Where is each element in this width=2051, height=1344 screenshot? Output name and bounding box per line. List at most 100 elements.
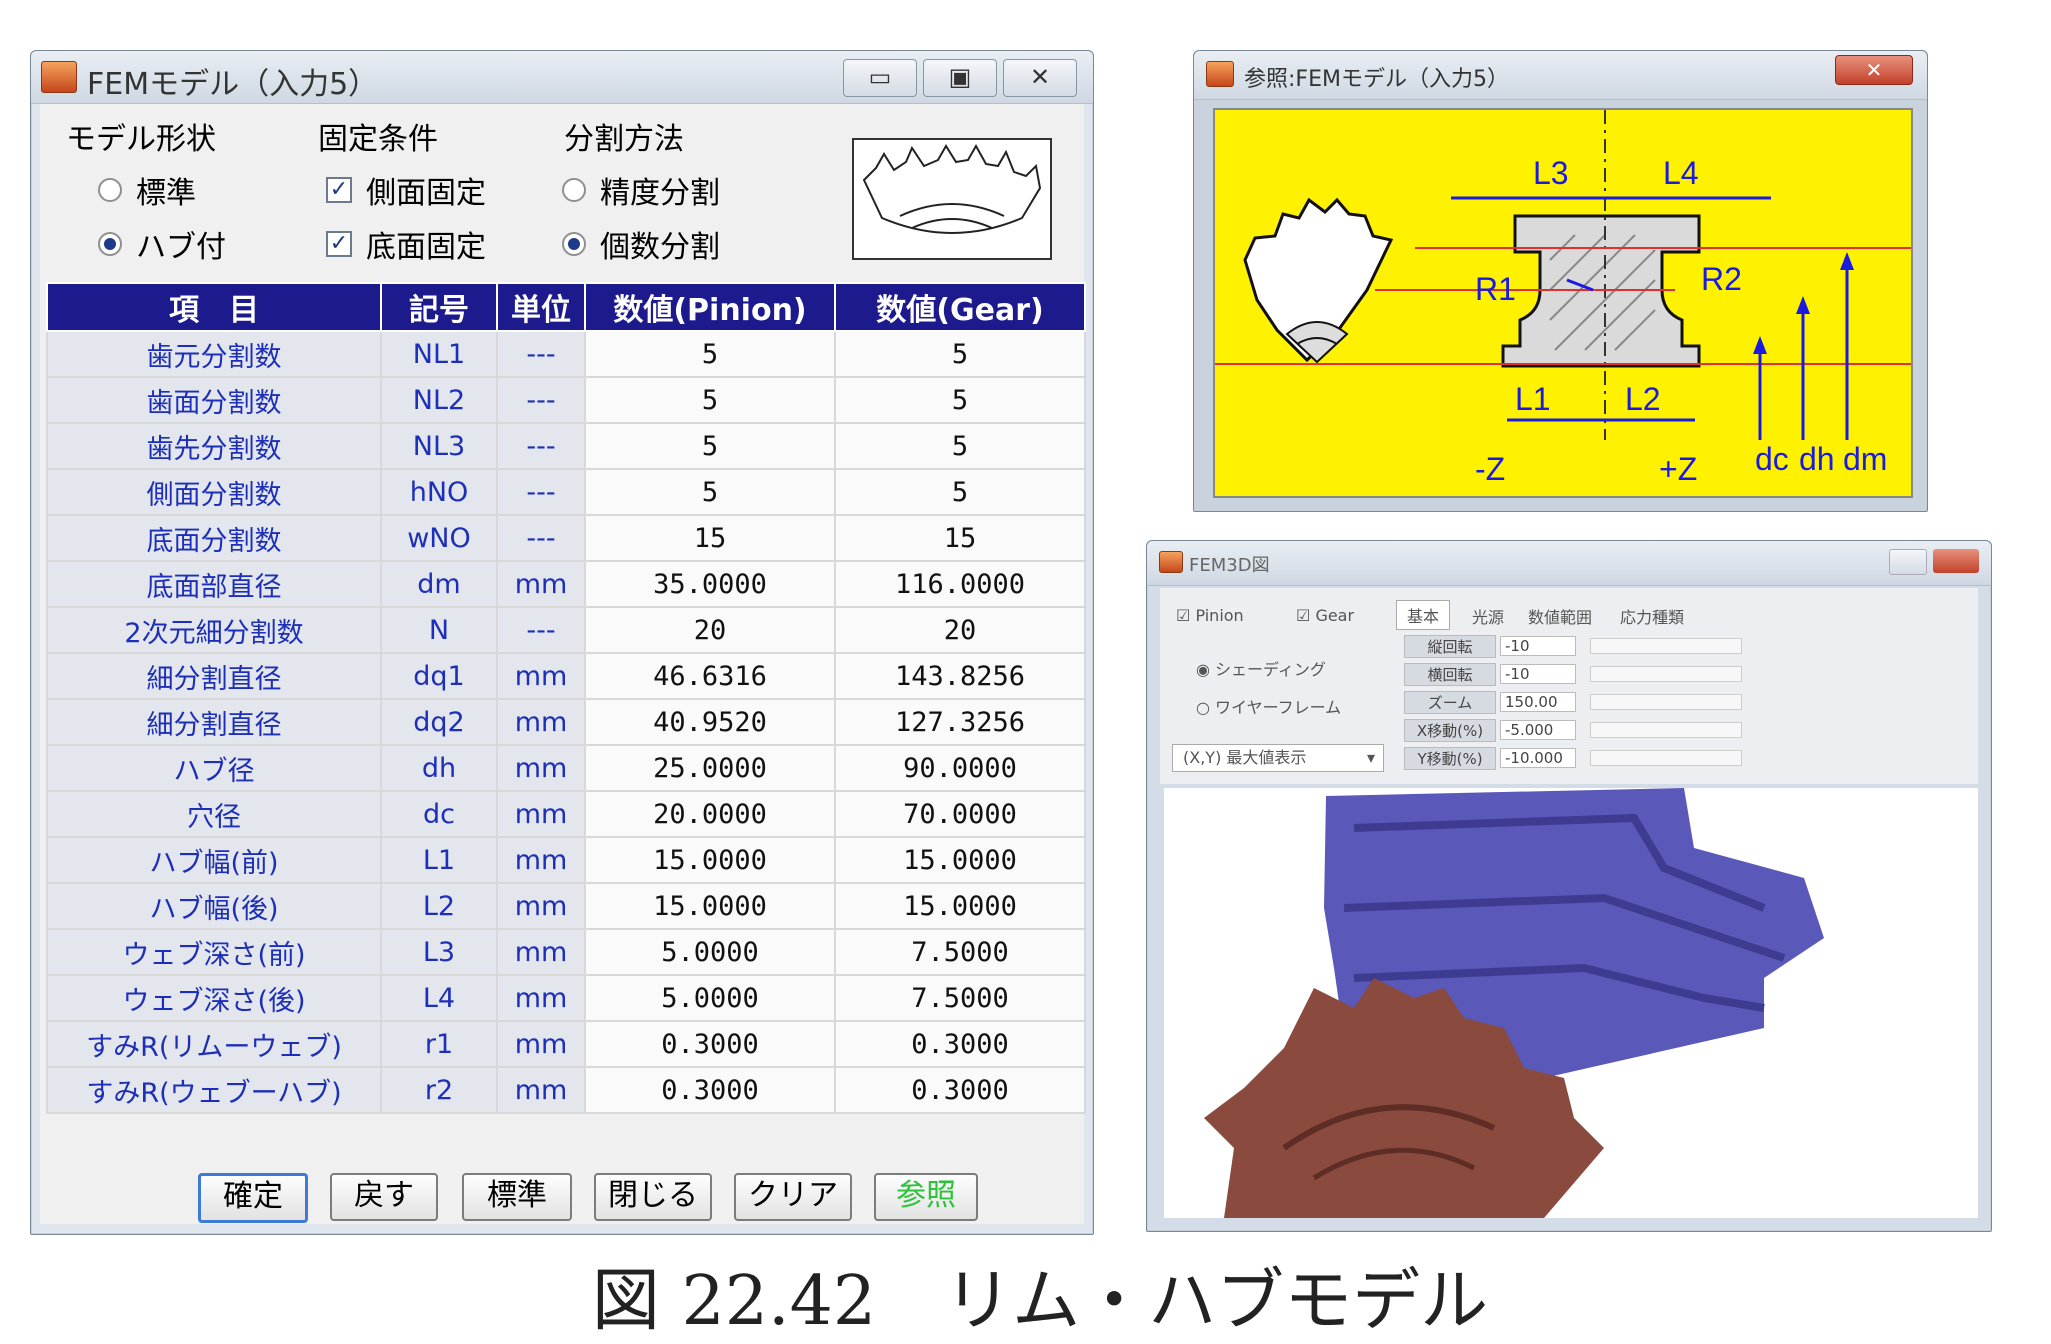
pinion-value-cell[interactable]: 5 xyxy=(584,330,836,378)
fem3d-maximize-button[interactable] xyxy=(1889,549,1927,575)
gear-value-cell[interactable]: 116.0000 xyxy=(834,560,1086,608)
pinion-value-cell[interactable]: 0.3000 xyxy=(584,1066,836,1114)
fem3d-title-bar[interactable]: FEM3D図 xyxy=(1147,541,1991,586)
pinion-value-cell[interactable]: 5 xyxy=(584,468,836,516)
minimize-button[interactable]: ▭ xyxy=(843,59,917,97)
table-row: 細分割直径 dq1 mm 46.6316 143.8256 xyxy=(46,652,1086,700)
radio-icon xyxy=(98,178,122,202)
radio-label: 精度分割 xyxy=(600,176,720,211)
pinion-value-cell[interactable]: 20.0000 xyxy=(584,790,836,838)
gear-value-cell[interactable]: 5 xyxy=(834,422,1086,470)
checkbox-icon: ✓ xyxy=(326,177,352,203)
pinion-value-cell[interactable]: 20 xyxy=(584,606,836,654)
pinion-value-cell[interactable]: 25.0000 xyxy=(584,744,836,792)
row-symbol-cell: NL2 xyxy=(380,376,498,424)
side-fixed-checkbox[interactable]: ✓ 側面固定 xyxy=(326,168,486,212)
tab-range[interactable]: 数値範囲 xyxy=(1520,602,1600,630)
pinion-value-cell[interactable]: 0.3000 xyxy=(584,1020,836,1068)
checkbox-label: 側面固定 xyxy=(366,176,486,211)
standard-button[interactable]: 標準 xyxy=(462,1173,572,1221)
table-row: ウェブ深さ(前) L3 mm 5.0000 7.5000 xyxy=(46,928,1086,976)
gear-value-cell[interactable]: 20 xyxy=(834,606,1086,654)
row-name-cell: ウェブ深さ(後) xyxy=(46,974,382,1022)
table-row: ハブ径 dh mm 25.0000 90.0000 xyxy=(46,744,1086,792)
pinion-value-cell[interactable]: 15 xyxy=(584,514,836,562)
gear-value-cell[interactable]: 0.3000 xyxy=(834,1066,1086,1114)
label-r1: R1 xyxy=(1475,271,1516,307)
gear-value-cell[interactable]: 70.0000 xyxy=(834,790,1086,838)
row-unit-cell: --- xyxy=(496,422,586,470)
view-param-slider[interactable] xyxy=(1590,722,1742,738)
pinion-value-cell[interactable]: 5 xyxy=(584,376,836,424)
view-param-slider[interactable] xyxy=(1590,638,1742,654)
3d-viewport[interactable] xyxy=(1164,788,1978,1218)
gear-value-cell[interactable]: 0.3000 xyxy=(834,1020,1086,1068)
gear-value-cell[interactable]: 143.8256 xyxy=(834,652,1086,700)
view-param-row: ズーム 150.00 xyxy=(1404,688,1794,716)
fem-title-bar[interactable]: FEMモデル（入力5） ▭ ▣ ✕ xyxy=(31,51,1093,104)
fem3d-close-button[interactable] xyxy=(1933,549,1979,573)
view-param-slider[interactable] xyxy=(1590,666,1742,682)
gear-value-cell[interactable]: 5 xyxy=(834,468,1086,516)
view-param-value[interactable]: 150.00 xyxy=(1500,692,1576,712)
gear-thumbnail xyxy=(852,138,1052,260)
row-name-cell: 底面部直径 xyxy=(46,560,382,608)
close-button[interactable]: ✕ xyxy=(1003,59,1077,97)
tab-light[interactable]: 光源 xyxy=(1464,602,1512,630)
view-param-slider[interactable] xyxy=(1590,750,1742,766)
reference-close-button[interactable]: ✕ xyxy=(1835,55,1913,85)
checkbox-label: 底面固定 xyxy=(366,230,486,265)
view-select[interactable]: (X,Y) 最大値表示 ▾ xyxy=(1172,744,1384,772)
bottom-fixed-checkbox[interactable]: ✓ 底面固定 xyxy=(326,222,486,266)
pinion-value-cell[interactable]: 46.6316 xyxy=(584,652,836,700)
wireframe-radio[interactable]: ○ ワイヤーフレーム xyxy=(1196,694,1341,718)
model-shape-standard-radio[interactable]: 標準 xyxy=(98,168,196,212)
gear-checkbox[interactable]: ☑ Gear xyxy=(1296,606,1354,625)
gear-value-cell[interactable]: 7.5000 xyxy=(834,974,1086,1022)
row-name-cell: 歯面分割数 xyxy=(46,376,382,424)
table-row: ウェブ深さ(後) L4 mm 5.0000 7.5000 xyxy=(46,974,1086,1022)
pinion-value-cell[interactable]: 35.0000 xyxy=(584,560,836,608)
app-icon xyxy=(1206,61,1234,87)
row-name-cell: 2次元細分割数 xyxy=(46,606,382,654)
gear-value-cell[interactable]: 5 xyxy=(834,330,1086,378)
gear-value-cell[interactable]: 15.0000 xyxy=(834,836,1086,884)
maximize-button[interactable]: ▣ xyxy=(923,59,997,97)
pinion-value-cell[interactable]: 5.0000 xyxy=(584,928,836,976)
gear-value-cell[interactable]: 15.0000 xyxy=(834,882,1086,930)
gear-value-cell[interactable]: 5 xyxy=(834,376,1086,424)
pinion-value-cell[interactable]: 40.9520 xyxy=(584,698,836,746)
row-unit-cell: mm xyxy=(496,974,586,1022)
radio-icon xyxy=(562,232,586,256)
tab-stress-type[interactable]: 応力種類 xyxy=(1612,602,1692,630)
table-row: すみR(ウェブーハブ) r2 mm 0.3000 0.3000 xyxy=(46,1066,1086,1114)
gear-value-cell[interactable]: 7.5000 xyxy=(834,928,1086,976)
view-param-value[interactable]: -10 xyxy=(1500,636,1576,656)
view-param-slider[interactable] xyxy=(1590,694,1742,710)
gear-value-cell[interactable]: 90.0000 xyxy=(834,744,1086,792)
pinion-value-cell[interactable]: 5 xyxy=(584,422,836,470)
confirm-button[interactable]: 確定 xyxy=(198,1173,308,1223)
pinion-value-cell[interactable]: 5.0000 xyxy=(584,974,836,1022)
gear-value-cell[interactable]: 15 xyxy=(834,514,1086,562)
row-symbol-cell: L3 xyxy=(380,928,498,976)
shading-radio[interactable]: ◉ シェーディング xyxy=(1196,656,1326,680)
pinion-value-cell[interactable]: 15.0000 xyxy=(584,836,836,884)
model-shape-hub-radio[interactable]: ハブ付 xyxy=(98,222,226,266)
pinion-value-cell[interactable]: 15.0000 xyxy=(584,882,836,930)
reference-title-bar[interactable]: 参照:FEMモデル（入力5） ✕ xyxy=(1194,51,1927,100)
reference-button[interactable]: 参照 xyxy=(874,1173,978,1221)
chevron-down-icon: ▾ xyxy=(1366,748,1375,767)
view-param-row: 縦回転 -10 xyxy=(1404,632,1794,660)
gear-value-cell[interactable]: 127.3256 xyxy=(834,698,1086,746)
accuracy-division-radio[interactable]: 精度分割 xyxy=(562,168,720,212)
view-param-value[interactable]: -5.000 xyxy=(1500,720,1576,740)
revert-button[interactable]: 戻す xyxy=(330,1173,438,1221)
close-dialog-button[interactable]: 閉じる xyxy=(594,1173,712,1221)
count-division-radio[interactable]: 個数分割 xyxy=(562,222,720,266)
view-param-value[interactable]: -10.000 xyxy=(1500,748,1576,768)
tab-basic[interactable]: 基本 xyxy=(1396,600,1451,630)
pinion-checkbox[interactable]: ☑ Pinion xyxy=(1176,606,1244,625)
clear-button[interactable]: クリア xyxy=(734,1173,852,1221)
view-param-value[interactable]: -10 xyxy=(1500,664,1576,684)
